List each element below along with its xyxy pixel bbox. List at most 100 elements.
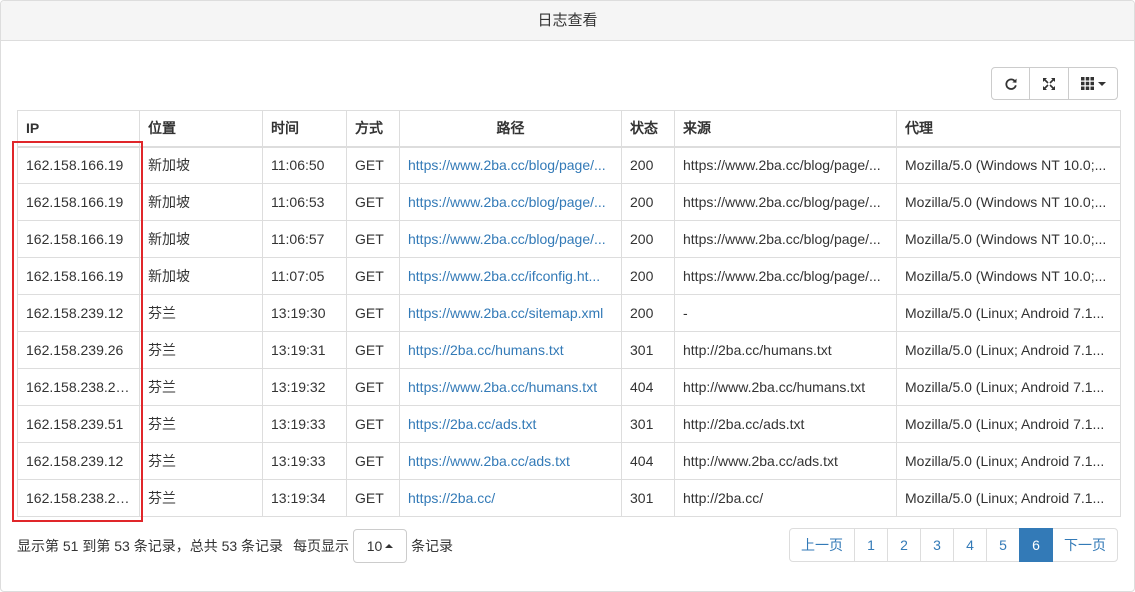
time-cell: 11:07:05 — [262, 257, 347, 295]
location-cell: 新加坡 — [139, 220, 263, 258]
agent-cell: Mozilla/5.0 (Windows NT 10.0;... — [896, 257, 1121, 295]
agent-cell: Mozilla/5.0 (Windows NT 10.0;... — [896, 220, 1121, 258]
column-header-ip[interactable]: IP — [17, 110, 140, 148]
agent-cell: Mozilla/5.0 (Linux; Android 7.1... — [896, 331, 1121, 369]
ip-cell: 162.158.238.228 — [17, 368, 140, 406]
page-button-5[interactable]: 5 — [986, 528, 1020, 562]
time-cell: 13:19:34 — [262, 479, 347, 517]
time-cell: 13:19:31 — [262, 331, 347, 369]
path-link[interactable]: https://www.2ba.cc/blog/page/... — [399, 183, 622, 221]
agent-cell: Mozilla/5.0 (Linux; Android 7.1... — [896, 442, 1121, 480]
path-link[interactable]: https://www.2ba.cc/sitemap.xml — [399, 294, 622, 332]
log-panel: 日志查看 IP 位置 时间 方式 路径 状态 来源 代理 162.158.166… — [0, 0, 1135, 592]
path-link[interactable]: https://www.2ba.cc/humans.txt — [399, 368, 622, 406]
ip-cell: 162.158.166.19 — [17, 220, 140, 258]
ip-cell: 162.158.239.26 — [17, 331, 140, 369]
referrer-cell: http://2ba.cc/humans.txt — [674, 331, 897, 369]
table-row[interactable]: 162.158.238.206 芬兰 13:19:34 GET https://2ba.… — [17, 479, 1121, 517]
fullscreen-icon — [1043, 77, 1055, 90]
column-header-agent[interactable]: 代理 — [896, 110, 1121, 148]
fullscreen-button[interactable] — [1029, 67, 1069, 100]
page-size-dropdown[interactable]: 10 — [353, 529, 408, 563]
ip-cell: 162.158.239.12 — [17, 442, 140, 480]
page-size-value: 10 — [366, 538, 383, 554]
page-button-6-active[interactable]: 6 — [1019, 528, 1053, 562]
per-page-suffix: 条记录 — [411, 538, 454, 554]
status-cell: 200 — [621, 183, 675, 221]
table-row[interactable]: 162.158.238.228 芬兰 13:19:32 GET https://www.… — [17, 368, 1121, 406]
refresh-button[interactable] — [991, 67, 1030, 100]
table-row[interactable]: 162.158.166.19 新加坡 11:06:50 GET https://www.… — [17, 146, 1121, 184]
status-cell: 301 — [621, 405, 675, 443]
table-row[interactable]: 162.158.239.12 芬兰 13:19:33 GET https://www.2… — [17, 442, 1121, 480]
location-cell: 新加坡 — [139, 146, 263, 184]
status-cell: 404 — [621, 442, 675, 480]
page-button-3[interactable]: 3 — [920, 528, 954, 562]
table-row[interactable]: 162.158.166.19 新加坡 11:06:57 GET https://www.… — [17, 220, 1121, 258]
method-cell: GET — [346, 405, 400, 443]
agent-cell: Mozilla/5.0 (Linux; Android 7.1... — [896, 368, 1121, 406]
path-link[interactable]: https://www.2ba.cc/blog/page/... — [399, 146, 622, 184]
path-link[interactable]: https://2ba.cc/humans.txt — [399, 331, 622, 369]
path-link[interactable]: https://www.2ba.cc/ifconfig.ht... — [399, 257, 622, 295]
agent-cell: Mozilla/5.0 (Windows NT 10.0;... — [896, 183, 1121, 221]
referrer-cell: https://www.2ba.cc/blog/page/... — [674, 146, 897, 184]
agent-cell: Mozilla/5.0 (Windows NT 10.0;... — [896, 146, 1121, 184]
time-cell: 11:06:57 — [262, 220, 347, 258]
method-cell: GET — [346, 442, 400, 480]
page-button-1[interactable]: 1 — [854, 528, 888, 562]
log-table: IP 位置 时间 方式 路径 状态 来源 代理 162.158.166.19 新加… — [17, 110, 1121, 517]
table-row[interactable]: 162.158.166.19 新加坡 11:06:53 GET https://www.… — [17, 183, 1121, 221]
grid-columns-icon — [1080, 77, 1094, 90]
path-link[interactable]: https://www.2ba.cc/blog/page/... — [399, 220, 622, 258]
refresh-icon — [1004, 78, 1017, 90]
agent-cell: Mozilla/5.0 (Linux; Android 7.1... — [896, 479, 1121, 517]
time-cell: 13:19:33 — [262, 405, 347, 443]
table-row[interactable]: 162.158.239.51 芬兰 13:19:33 GET https://2ba.c… — [17, 405, 1121, 443]
record-summary: 显示第 51 到第 53 条记录，总共 53 条记录 — [17, 538, 284, 554]
time-cell: 13:19:33 — [262, 442, 347, 480]
prev-page-button[interactable]: 上一页 — [789, 528, 855, 562]
ip-cell: 162.158.166.19 — [17, 146, 140, 184]
ip-cell: 162.158.238.206 — [17, 479, 140, 517]
table-row[interactable]: 162.158.239.26 芬兰 13:19:31 GET https://2ba.c… — [17, 331, 1121, 369]
column-header-status[interactable]: 状态 — [621, 110, 675, 148]
chevron-down-icon — [1097, 81, 1106, 86]
per-page-label: 每页显示 — [293, 538, 350, 554]
path-link[interactable]: https://2ba.cc/ads.txt — [399, 405, 622, 443]
ip-cell: 162.158.166.19 — [17, 257, 140, 295]
method-cell: GET — [346, 294, 400, 332]
column-header-location[interactable]: 位置 — [139, 110, 263, 148]
method-cell: GET — [346, 331, 400, 369]
method-cell: GET — [346, 183, 400, 221]
path-link[interactable]: https://www.2ba.cc/ads.txt — [399, 442, 622, 480]
location-cell: 芬兰 — [139, 294, 263, 332]
columns-toggle-button[interactable] — [1068, 67, 1118, 100]
referrer-cell: http://2ba.cc/ — [674, 479, 897, 517]
column-header-path[interactable]: 路径 — [399, 110, 622, 148]
method-cell: GET — [346, 368, 400, 406]
pagination-info: 显示第 51 到第 53 条记录，总共 53 条记录 每页显示 10 条记录 — [17, 529, 453, 563]
agent-cell: Mozilla/5.0 (Linux; Android 7.1... — [896, 294, 1121, 332]
column-header-time[interactable]: 时间 — [262, 110, 347, 148]
column-header-referrer[interactable]: 来源 — [674, 110, 897, 148]
agent-cell: Mozilla/5.0 (Linux; Android 7.1... — [896, 405, 1121, 443]
location-cell: 芬兰 — [139, 442, 263, 480]
page-button-2[interactable]: 2 — [887, 528, 921, 562]
referrer-cell: - — [674, 294, 897, 332]
time-cell: 11:06:50 — [262, 146, 347, 184]
next-page-button[interactable]: 下一页 — [1052, 528, 1118, 562]
ip-cell: 162.158.239.51 — [17, 405, 140, 443]
table-body: 162.158.166.19 新加坡 11:06:50 GET https://www.… — [17, 146, 1121, 517]
status-cell: 200 — [621, 220, 675, 258]
page-button-4[interactable]: 4 — [953, 528, 987, 562]
ip-cell: 162.158.166.19 — [17, 183, 140, 221]
table-row[interactable]: 162.158.166.19 新加坡 11:07:05 GET https://www.… — [17, 257, 1121, 295]
path-link[interactable]: https://2ba.cc/ — [399, 479, 622, 517]
column-header-method[interactable]: 方式 — [346, 110, 400, 148]
time-cell: 13:19:30 — [262, 294, 347, 332]
ip-cell: 162.158.239.12 — [17, 294, 140, 332]
table-row[interactable]: 162.158.239.12 芬兰 13:19:30 GET https://www.2… — [17, 294, 1121, 332]
referrer-cell: http://www.2ba.cc/ads.txt — [674, 442, 897, 480]
location-cell: 芬兰 — [139, 479, 263, 517]
